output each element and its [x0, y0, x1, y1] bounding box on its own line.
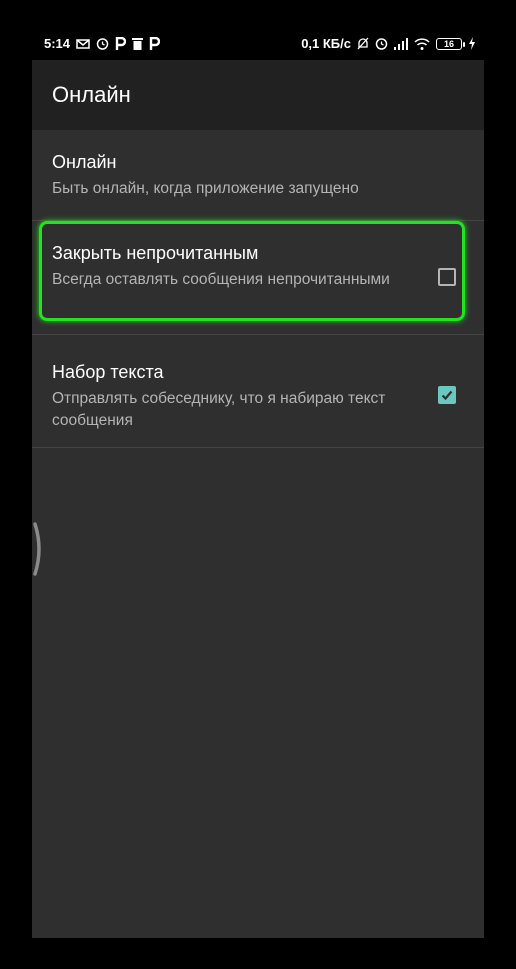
alarm-icon [96, 37, 109, 50]
preference-summary: Отправлять собеседнику, что я набираю те… [52, 390, 386, 429]
charging-icon [468, 37, 476, 50]
status-time: 5:14 [44, 36, 71, 51]
preference-summary: Быть онлайн, когда приложение запущено [52, 180, 359, 197]
network-speed: 0,1 КБ/с [301, 36, 351, 51]
alarm-icon [375, 37, 388, 50]
p-icon [149, 37, 161, 50]
status-bar: 5:14 0,1 КБ/с 16 [32, 28, 484, 60]
mute-icon [357, 37, 369, 50]
mark-unread-checkbox[interactable] [438, 268, 456, 286]
typing-status-checkbox[interactable] [438, 386, 456, 404]
battery-icon: 16 [436, 37, 465, 50]
preference-mark-unread[interactable]: Закрыть непрочитанным Всегда оставлять с… [32, 221, 484, 335]
mail-icon [76, 38, 90, 50]
preference-typing-status[interactable]: Набор текста Отправлять собеседнику, что… [32, 335, 484, 448]
p-icon [115, 37, 127, 50]
preference-summary: Всегда оставлять сообщения непрочитанным… [52, 271, 390, 288]
page-title: Онлайн [52, 82, 131, 107]
preference-title: Закрыть непрочитанным [52, 243, 259, 263]
preference-online[interactable]: Онлайн Быть онлайн, когда приложение зап… [32, 130, 484, 221]
preference-title: Набор текста [52, 362, 164, 382]
check-icon [441, 390, 453, 401]
phone-screen: 5:14 0,1 КБ/с 16 Онлайн Онлайн Быть онла… [32, 28, 484, 938]
edge-swipe-handle[interactable] [32, 522, 46, 576]
preference-title: Онлайн [52, 152, 117, 172]
status-bar-right: 0,1 КБ/с 16 [301, 36, 476, 51]
status-bar-left: 5:14 [44, 36, 161, 51]
app-bar: Онлайн [32, 60, 484, 130]
signal-icon [394, 37, 408, 50]
preference-list: Онлайн Быть онлайн, когда приложение зап… [32, 130, 484, 448]
wifi-icon [414, 37, 430, 50]
trash-icon [132, 37, 144, 50]
